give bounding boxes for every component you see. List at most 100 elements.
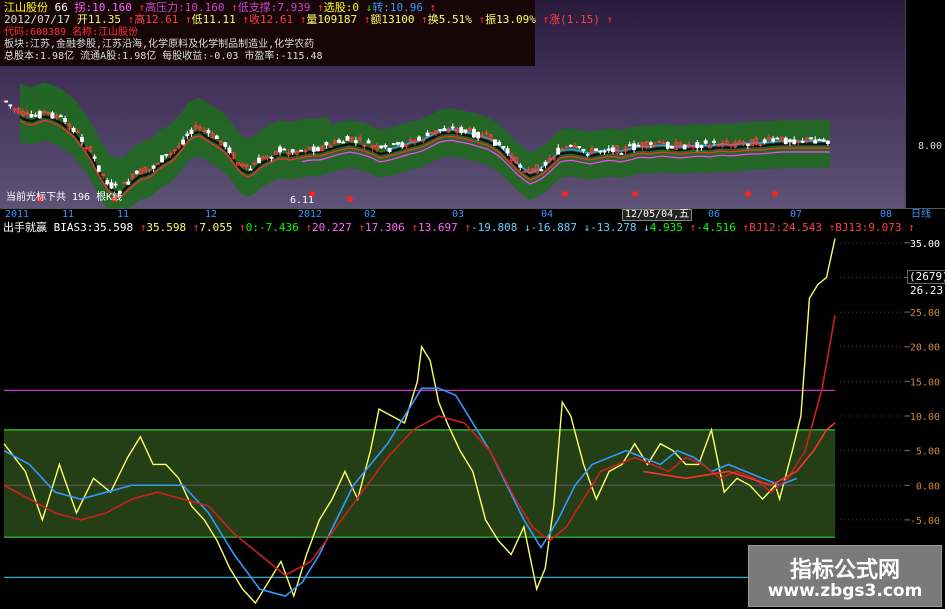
candle-body [71,127,76,132]
quote-segment: ↑ [421,13,428,26]
time-label: 11 [117,209,130,220]
candle-body [8,104,13,107]
signal-dot [632,191,638,197]
candle-body [151,165,156,169]
candle-body [825,140,830,144]
candle-body [391,143,396,145]
price-axis-label: 8.00 [918,141,943,152]
candle-body [581,148,586,152]
candle-body [37,111,42,119]
candle-body [189,129,194,135]
candle-body [383,144,388,148]
quote-segment: ↑ [242,13,249,26]
candle-body [396,142,400,145]
candle-body [505,148,510,154]
quote-segment: 量109187 [306,13,358,26]
candle-body [164,153,169,156]
candle-body [606,148,611,151]
candle-body [92,156,97,159]
candle-body [223,142,228,147]
candle-body [126,181,131,185]
quote-segment: 振13.09% [485,13,536,26]
signal-dot [745,191,751,197]
candle-body [442,128,447,132]
stock-info-box: 江山股份 66 拐:10.160 ↑高压力:10.160 ↑低支撑:7.939 … [0,0,613,66]
axis-tick-label: 5.00 [916,447,940,458]
candle-body [257,157,261,164]
axis-tick-label: 15.00 [910,377,940,388]
time-label: 04 [541,209,554,220]
candle-body [50,112,55,119]
quote-segment: 高12.61 [134,13,179,26]
candle-body [501,146,506,149]
candle-body [341,141,346,144]
candle-body [568,144,573,147]
candle-body [33,114,38,117]
candle-body [4,100,9,103]
candle-body [636,144,641,147]
candle-body [311,146,316,152]
candle-body [463,129,468,133]
candle-body [181,139,186,145]
cursor-date-box: 12/05/04,五 [622,209,693,221]
axis-tick-label: 25.00 [910,308,940,319]
time-label: 07 [790,209,803,220]
candle-body [379,145,384,149]
candle-body [817,138,822,141]
signal-dot [347,196,353,202]
quote-segment: 换5.51% [427,13,472,26]
code-line: 代码:600389 名称:江山股份 [4,27,139,38]
time-label: 2012 [298,209,323,220]
quote-segment: 收12.61 [248,13,294,26]
capital-line: 总股本:1.98亿 流通A股:1.98亿 每股收益:-0.03 市盈率:-115… [4,51,323,62]
candle-body [214,135,219,140]
indicator-band [4,429,835,538]
quote-segment: ↑ [606,13,614,26]
sector-line: 板块:江苏,金融参股,江苏沿海,化学原料及化学制品制造业,化学农药 [4,39,315,50]
candle-body [109,182,114,189]
quote-segment: 额13100 [370,13,415,26]
candle-body [387,147,392,153]
quote-segment: 低11.11 [191,13,236,26]
candle-body [417,136,422,141]
axis-tick-label: 10.00 [910,412,940,423]
candle-body [762,139,767,143]
candle-body [58,115,63,118]
candle-body [821,139,826,142]
candle-body [682,144,687,150]
quote-segment: ↑ [184,13,192,26]
candle-body [539,169,544,172]
candle-body [493,139,497,146]
quote-segment: 2012/07/17 [4,13,71,26]
watermark-logo: 指标公式网 www.zbgs3.com [748,545,942,607]
candle-body [699,145,704,148]
candle-body [63,118,68,122]
candle-body [290,149,295,153]
candle-body [518,164,523,168]
signal-dot [772,191,778,197]
candle-body [282,148,287,151]
count-label: (2679) [907,270,945,284]
candle-body [594,148,599,152]
period-label[interactable]: 日线 [911,209,931,221]
candle-body [792,139,797,145]
candle-body [703,140,708,144]
candle-body [800,141,805,143]
candle-body [788,139,792,143]
candle-body [206,129,211,134]
candle-body [775,137,780,140]
candle-body [497,141,502,146]
candle-body [632,143,636,150]
time-label: 12 [205,209,218,220]
candle-body [809,137,813,140]
time-label: 2011 [5,209,30,220]
candle-body [745,143,750,147]
candle-body [366,140,371,144]
candle-body [113,183,118,186]
quote-line: 2012/07/17 开11.35 ↑高12.61 ↑低11.11 ↑收12.6… [4,13,613,26]
candle-body [299,149,304,152]
time-label: 02 [364,209,377,220]
candle-body [278,146,282,153]
candle-body [813,139,818,144]
quote-segment: 涨(1.15) [549,13,600,26]
